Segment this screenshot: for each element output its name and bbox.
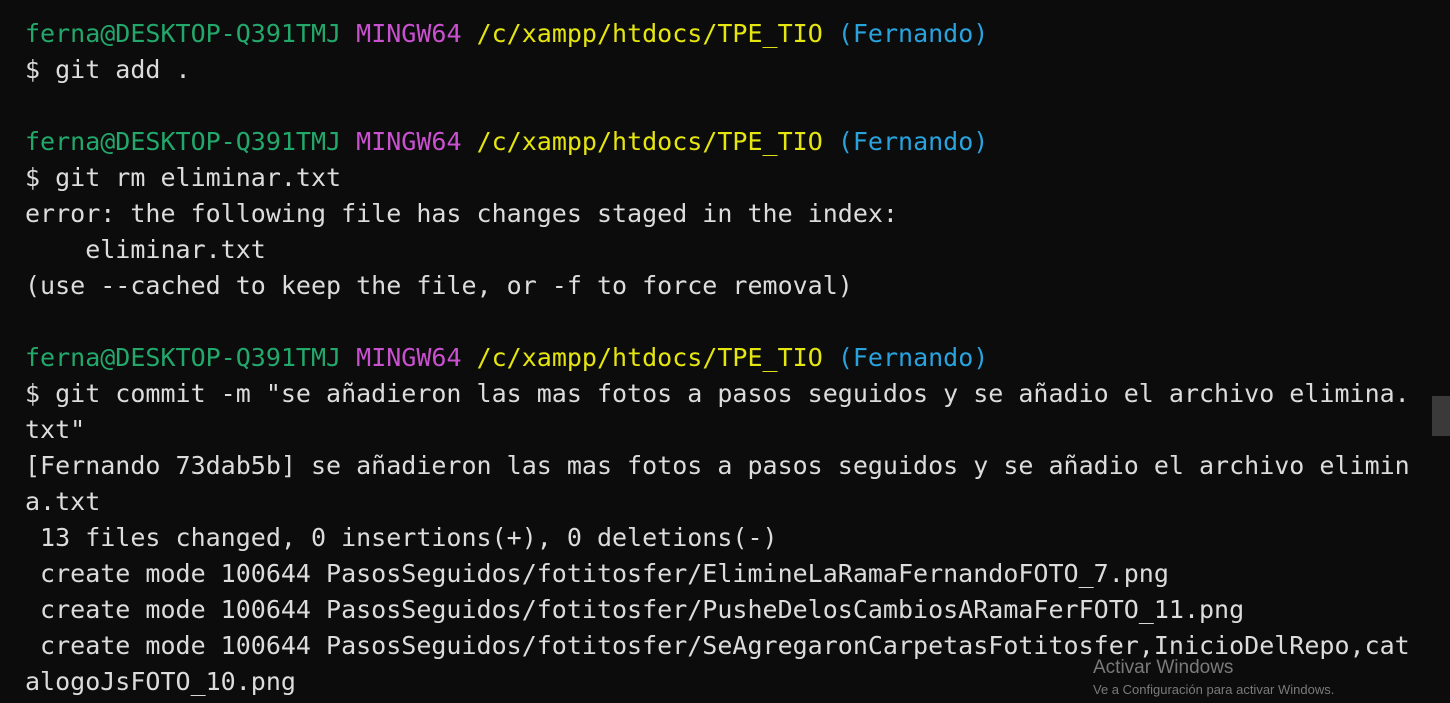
command-line: $ git commit -m "se añadieron las mas fo… — [25, 379, 1410, 408]
output-line: create mode 100644 PasosSeguidos/fotitos… — [25, 559, 1169, 588]
prompt-system: MINGW64 — [356, 343, 462, 372]
output-line: (use --cached to keep the file, or -f to… — [25, 271, 853, 300]
terminal-window[interactable]: ferna@DESKTOP-Q391TMJ MINGW64 /c/xampp/h… — [0, 0, 1450, 703]
prompt-line: ferna@DESKTOP-Q391TMJ MINGW64 /c/xampp/h… — [25, 340, 1450, 376]
prompt-branch: (Fernando) — [837, 19, 989, 48]
prompt-user-host: ferna@DESKTOP-Q391TMJ — [25, 19, 342, 48]
prompt-line: ferna@DESKTOP-Q391TMJ MINGW64 /c/xampp/h… — [25, 124, 1450, 160]
prompt-user-host: ferna@DESKTOP-Q391TMJ — [25, 343, 342, 372]
prompt-line: ferna@DESKTOP-Q391TMJ MINGW64 /c/xampp/h… — [25, 16, 1450, 52]
prompt-user-host: ferna@DESKTOP-Q391TMJ — [25, 127, 342, 156]
prompt-system: MINGW64 — [356, 127, 462, 156]
command-line: txt" — [25, 415, 86, 444]
output-line: [Fernando 73dab5b] se añadieron las mas … — [25, 451, 1410, 480]
output-line: eliminar.txt — [25, 235, 266, 264]
command-line: $ git add . — [25, 55, 191, 84]
activation-watermark: Activar Windows Ve a Configuración para … — [1093, 656, 1334, 700]
output-line: 13 files changed, 0 insertions(+), 0 del… — [25, 523, 778, 552]
prompt-path: /c/xampp/htdocs/TPE_TIO — [476, 343, 823, 372]
prompt-branch: (Fernando) — [837, 127, 989, 156]
prompt-branch: (Fernando) — [837, 343, 989, 372]
prompt-system: MINGW64 — [356, 19, 462, 48]
prompt-path: /c/xampp/htdocs/TPE_TIO — [476, 127, 823, 156]
watermark-title: Activar Windows — [1093, 657, 1234, 678]
output-line: error: the following file has changes st… — [25, 199, 898, 228]
scrollbar-thumb[interactable] — [1432, 396, 1450, 436]
watermark-subtitle: Ve a Configuración para activar Windows. — [1093, 682, 1335, 697]
output-line: a.txt — [25, 487, 101, 516]
output-line: create mode 100644 PasosSeguidos/fotitos… — [25, 595, 1245, 624]
command-line: $ git rm eliminar.txt — [25, 163, 342, 192]
prompt-path: /c/xampp/htdocs/TPE_TIO — [476, 19, 823, 48]
